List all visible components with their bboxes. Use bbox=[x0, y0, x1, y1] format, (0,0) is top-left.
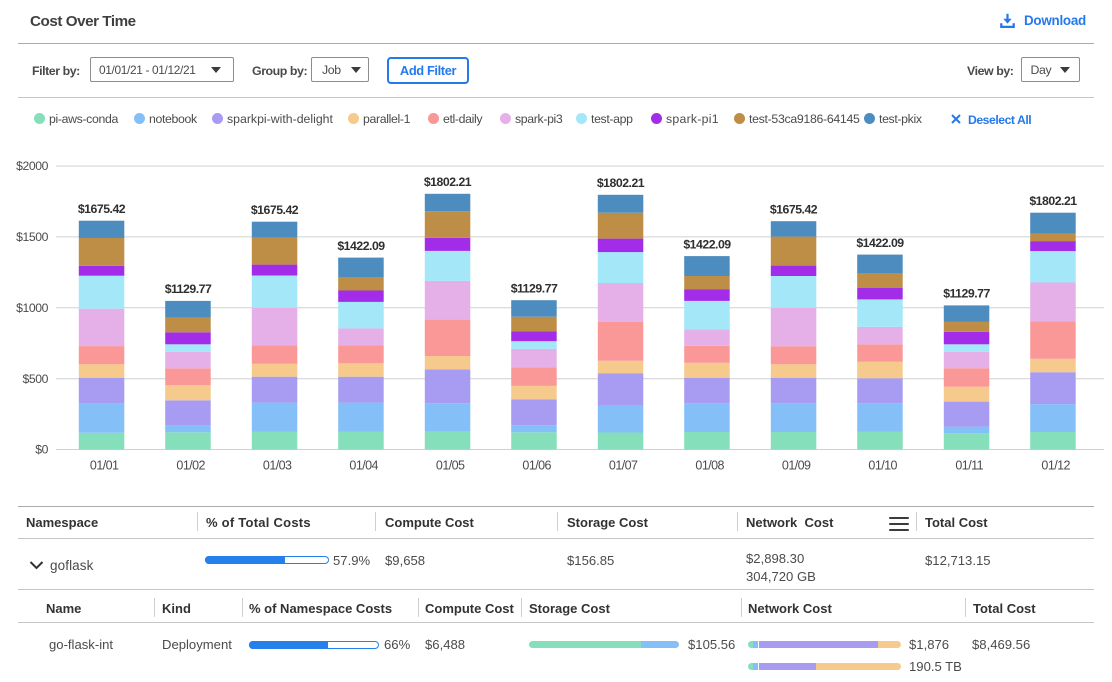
svg-text:$500: $500 bbox=[22, 372, 48, 386]
svg-text:$1675.42: $1675.42 bbox=[251, 203, 299, 217]
svg-text:$1129.77: $1129.77 bbox=[943, 287, 990, 301]
svg-text:$1422.09: $1422.09 bbox=[337, 239, 385, 253]
svg-text:01/12: 01/12 bbox=[1041, 459, 1070, 473]
svg-text:01/01: 01/01 bbox=[90, 459, 119, 473]
svg-text:01/07: 01/07 bbox=[609, 459, 638, 473]
svg-text:01/05: 01/05 bbox=[436, 459, 465, 473]
svg-text:$1675.42: $1675.42 bbox=[78, 202, 126, 216]
svg-text:$1500: $1500 bbox=[16, 230, 49, 244]
svg-text:$1802.21: $1802.21 bbox=[1029, 194, 1077, 208]
svg-text:$2000: $2000 bbox=[16, 159, 49, 173]
svg-text:$0: $0 bbox=[35, 443, 48, 457]
svg-text:$1129.77: $1129.77 bbox=[511, 281, 558, 295]
svg-text:01/04: 01/04 bbox=[349, 459, 378, 473]
svg-text:01/10: 01/10 bbox=[868, 459, 897, 473]
svg-text:01/02: 01/02 bbox=[176, 459, 205, 473]
svg-text:$1129.77: $1129.77 bbox=[165, 282, 212, 296]
svg-text:$1802.21: $1802.21 bbox=[597, 176, 645, 190]
svg-text:01/08: 01/08 bbox=[695, 459, 724, 473]
svg-text:01/09: 01/09 bbox=[782, 459, 811, 473]
svg-text:$1802.21: $1802.21 bbox=[424, 175, 472, 189]
svg-text:$1422.09: $1422.09 bbox=[683, 237, 731, 251]
svg-text:01/03: 01/03 bbox=[263, 459, 292, 473]
svg-text:$1675.42: $1675.42 bbox=[770, 202, 818, 216]
svg-text:$1422.09: $1422.09 bbox=[856, 236, 904, 250]
svg-text:01/11: 01/11 bbox=[955, 459, 983, 473]
svg-text:01/06: 01/06 bbox=[522, 459, 551, 473]
svg-text:$1000: $1000 bbox=[16, 301, 49, 315]
